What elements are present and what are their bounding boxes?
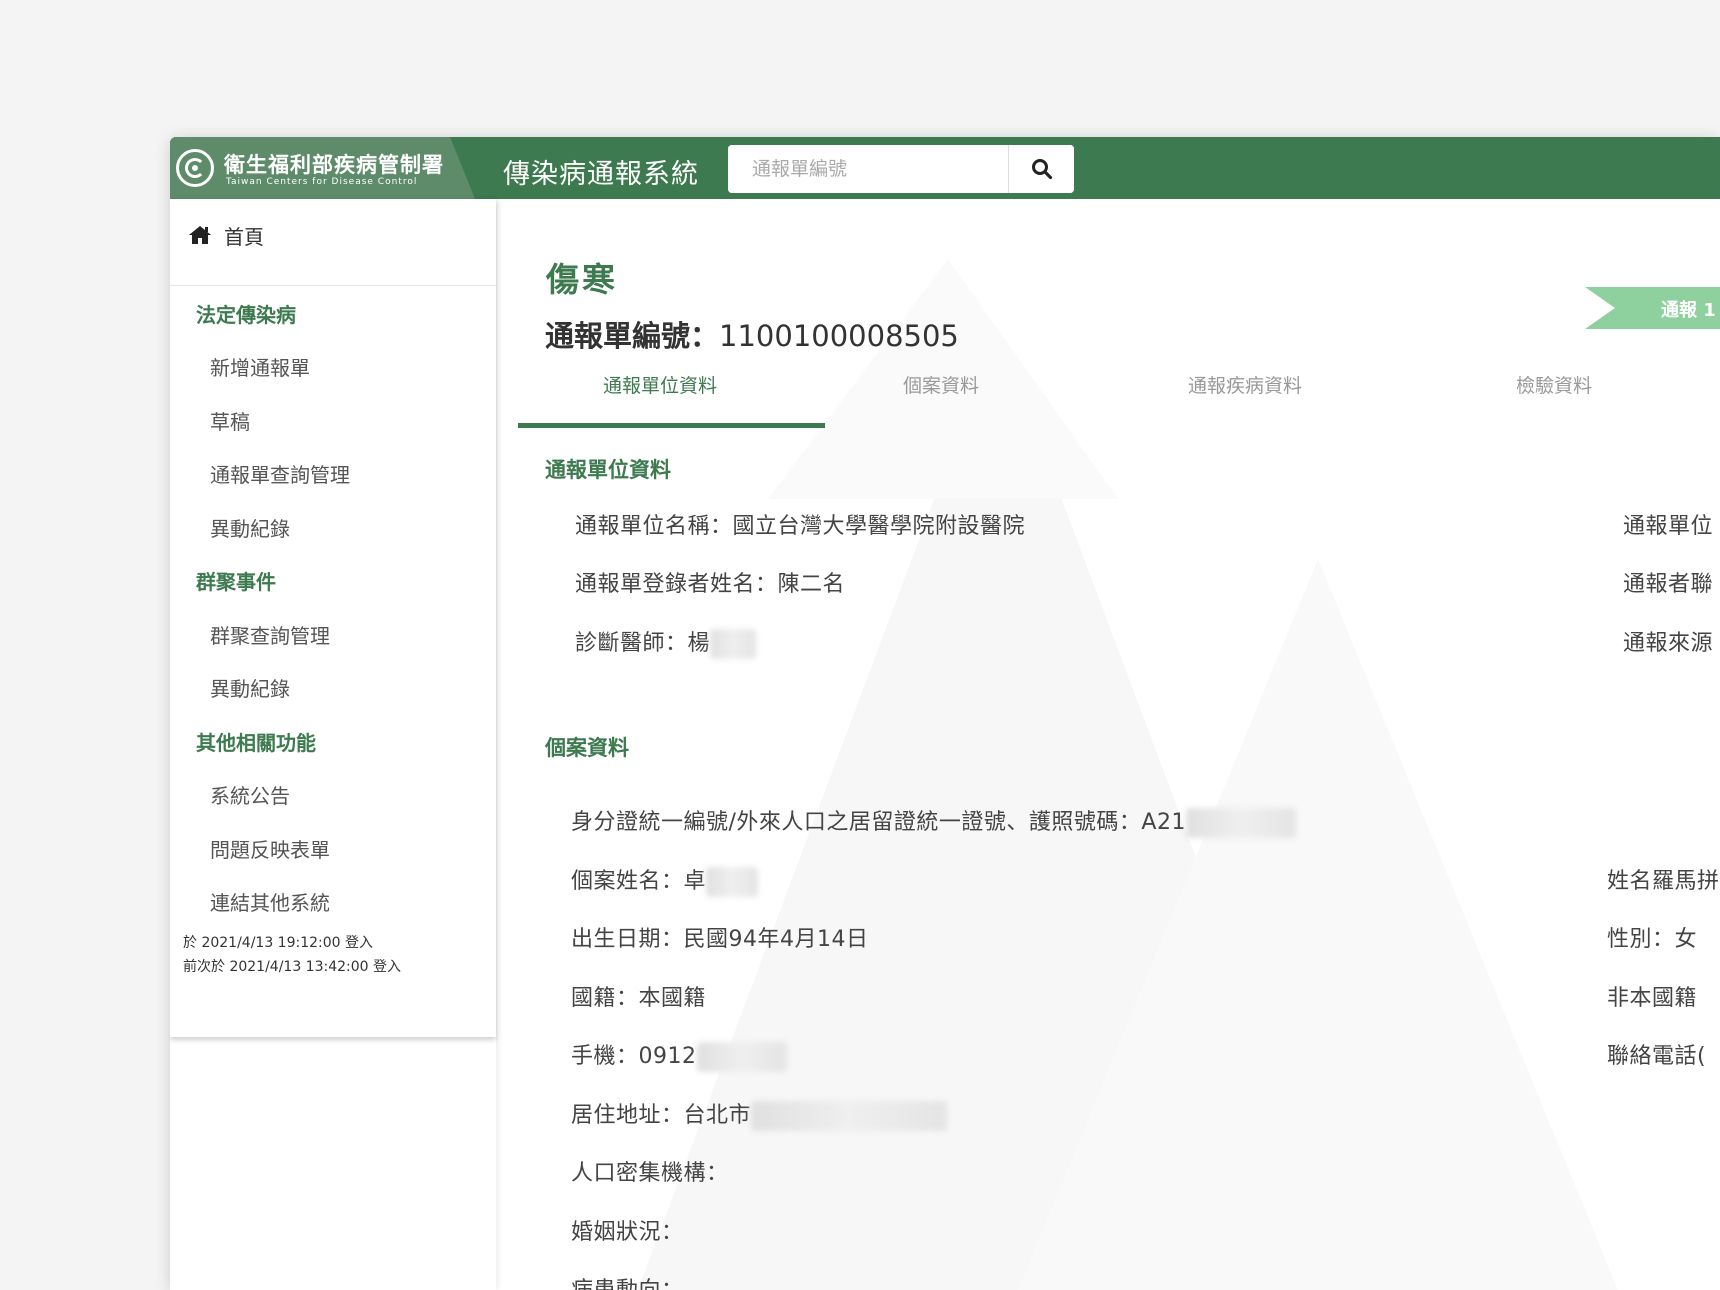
sidebar-group-cluster-events[interactable]: 群聚事件 [196,566,276,595]
sidebar-home-label: 首頁 [224,224,264,249]
field-non-native: 非本國籍 [1607,986,1698,1011]
redacted-doctor-name [710,629,757,659]
tab-disease-info[interactable]: 通報疾病資料 [1188,371,1302,398]
sidebar-group-notifiable-diseases[interactable]: 法定傳染病 [196,299,296,328]
side-menu: 首頁 法定傳染病 新增通報單 草稿 通報單查詢管理 異動紀錄 群聚事件 群聚查詢… [170,199,496,1037]
org-name-en: Taiwan Centers for Disease Control [226,177,418,187]
field-unit-name: 通報單位名稱：國立台灣大學醫學院附設醫院 [575,514,1026,539]
app-window: 衛生福利部疾病管制署 Taiwan Centers for Disease Co… [170,137,1720,1290]
field-registrant-name: 通報單登錄者姓名：陳二名 [575,572,846,597]
report-number-value: 1100100008505 [719,319,959,353]
field-marital-status: 婚姻狀況： [571,1220,684,1245]
top-bar: 衛生福利部疾病管制署 Taiwan Centers for Disease Co… [170,137,1720,199]
sidebar-item-announcements[interactable]: 系統公告 [210,780,290,809]
field-case-name-text: 個案姓名：卓 [571,869,707,894]
sidebar-item-new-report[interactable]: 新增通報單 [210,352,310,381]
report-number-label: 通報單編號： [545,319,720,353]
sidebar-item-cluster-change-log[interactable]: 異動紀錄 [210,673,290,702]
search-button[interactable] [1008,145,1074,193]
redacted-case-name [706,867,759,897]
org-name-zh: 衛生福利部疾病管制署 [224,153,444,177]
field-unit-right-1: 通報單位 [1623,514,1714,539]
login-time-previous: 前次於 2021/4/13 13:42:00 登入 [183,959,402,975]
cdc-logo-icon [176,149,214,187]
field-unit-right-2: 通報者聯 [1623,572,1714,597]
sidebar-group-other-functions[interactable]: 其他相關功能 [196,727,316,756]
field-patient-status: 病患動向： [571,1272,684,1290]
app-title: 傳染病通報系統 [503,159,699,190]
redacted-address [751,1101,948,1131]
field-dense-institution: 人口密集機構： [571,1161,729,1186]
redacted-id-number [1185,808,1296,838]
report-number: 通報單編號：1100100008505 [545,313,959,355]
tab-lab-info[interactable]: 檢驗資料 [1516,371,1592,398]
field-gender: 性別：女 [1607,927,1698,952]
field-nationality: 國籍：本國籍 [571,986,707,1011]
disease-title: 傷寒 [546,260,618,299]
logo[interactable]: 衛生福利部疾病管制署 Taiwan Centers for Disease Co… [170,137,475,199]
tab-reporting-unit[interactable]: 通報單位資料 [603,371,717,398]
section-title-reporting-unit: 通報單位資料 [545,458,671,482]
field-address-text: 居住地址：台北市 [571,1103,752,1128]
field-unit-right-3: 通報來源 [1623,631,1714,656]
sidebar-item-feedback-form[interactable]: 問題反映表單 [210,834,330,863]
search-icon [1031,159,1052,180]
field-contact-phone: 聯絡電話( [1607,1044,1707,1069]
sidebar-item-report-query[interactable]: 通報單查詢管理 [210,459,350,488]
sidebar-divider [170,285,496,286]
field-diagnosing-doctor-text: 診斷醫師：楊 [575,631,711,656]
active-tab-indicator [518,423,825,428]
field-mobile: 手機：0912 [571,1038,787,1072]
search-box [728,145,1074,193]
main-content: 傷寒 通報單編號：1100100008505 通報 1 通報單位資料 個案資料 … [518,199,1720,1290]
sidebar-item-home[interactable]: 首頁 [188,220,264,250]
sidebar-item-drafts[interactable]: 草稿 [210,406,250,435]
field-id-number-text: 身分證統一編號/外來人口之居留證統一證號、護照號碼：A21 [571,810,1186,835]
sidebar-item-cluster-query[interactable]: 群聚查詢管理 [210,620,330,649]
sidebar-item-change-log[interactable]: 異動紀錄 [210,513,290,542]
section-title-case-info: 個案資料 [545,736,629,760]
field-case-name: 個案姓名：卓 [571,863,759,897]
sidebar: 首頁 法定傳染病 新增通報單 草稿 通報單查詢管理 異動紀錄 群聚事件 群聚查詢… [170,199,496,1290]
home-icon [189,226,211,244]
login-time-current: 於 2021/4/13 19:12:00 登入 [183,935,374,951]
field-diagnosing-doctor: 診斷醫師：楊 [575,625,757,659]
field-id-number: 身分證統一編號/外來人口之居留證統一證號、護照號碼：A21 [571,804,1296,838]
report-status-flag-text: 通報 1 [1661,300,1716,321]
sidebar-item-other-systems[interactable]: 連結其他系統 [210,887,330,916]
field-birth-date: 出生日期：民國94年4月14日 [571,927,869,952]
field-address: 居住地址：台北市 [571,1097,948,1131]
redacted-mobile [696,1042,787,1072]
tab-case-info[interactable]: 個案資料 [903,371,979,398]
field-romanized-name: 姓名羅馬拼 [1607,869,1720,894]
search-input[interactable] [728,145,1008,193]
field-mobile-text: 手機：0912 [571,1044,697,1069]
